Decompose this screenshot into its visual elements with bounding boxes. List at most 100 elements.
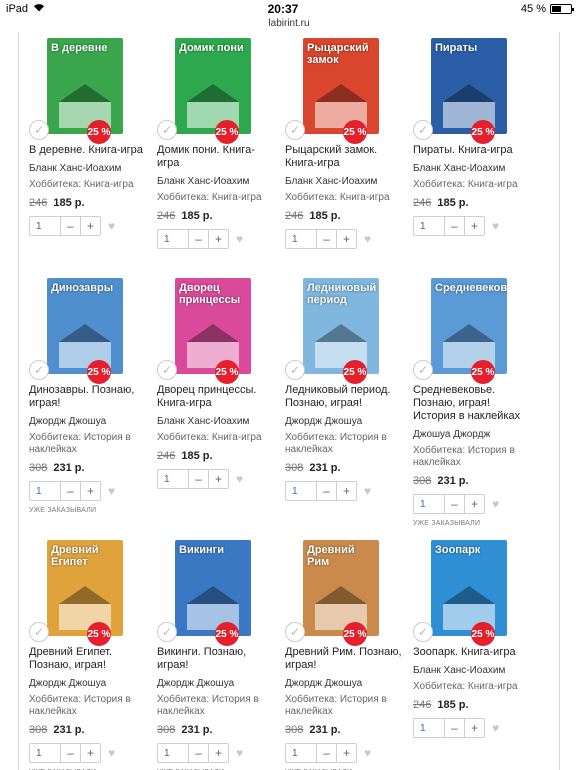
book-cover[interactable]: Рыцарский замок — [303, 38, 379, 134]
product-series[interactable]: Хоббитека: Книга-игра — [29, 179, 147, 191]
decrease-button[interactable]: – — [316, 482, 336, 500]
check-icon[interactable]: ✓ — [413, 622, 433, 642]
quantity-input[interactable]: 1 — [414, 217, 444, 235]
heart-icon[interactable]: ♥ — [108, 746, 115, 760]
quantity-stepper[interactable]: 1– + — [413, 494, 485, 514]
heart-icon[interactable]: ♥ — [236, 746, 243, 760]
product-series[interactable]: Хоббитека: История в наклейках — [29, 432, 147, 456]
product-title[interactable]: Викинги. Познаю, играя! — [157, 646, 277, 672]
quantity-input[interactable]: 1 — [158, 744, 188, 762]
heart-icon[interactable]: ♥ — [108, 219, 115, 233]
product-title[interactable]: Пираты. Книга-игра — [413, 144, 533, 157]
product-author[interactable]: Бланк Ханс-Иоахим — [285, 176, 413, 187]
product-author[interactable]: Джордж Джошуа — [285, 678, 413, 689]
product-title[interactable]: Динозавры. Познаю, играя! — [29, 384, 149, 410]
quantity-input[interactable]: 1 — [30, 482, 60, 500]
quantity-stepper[interactable]: 1– + — [157, 229, 229, 249]
quantity-stepper[interactable]: 1– + — [413, 718, 485, 738]
product-title[interactable]: Зоопарк. Книга-игра — [413, 646, 533, 659]
quantity-stepper[interactable]: 1– + — [29, 481, 101, 501]
product-title[interactable]: Древний Рим. Познаю, играя! — [285, 646, 405, 672]
book-cover[interactable]: Пираты — [431, 38, 507, 134]
increase-button[interactable]: + — [80, 217, 100, 235]
quantity-input[interactable]: 1 — [414, 719, 444, 737]
product-card[interactable]: Динозавры ✓ 25 % Динозавры. Познаю, играя! Д… — [29, 272, 157, 534]
quantity-input[interactable]: 1 — [286, 744, 316, 762]
increase-button[interactable]: + — [208, 470, 228, 488]
decrease-button[interactable]: – — [316, 230, 336, 248]
check-icon[interactable]: ✓ — [285, 622, 305, 642]
decrease-button[interactable]: – — [60, 744, 80, 762]
product-card[interactable]: Древний Египет ✓ 25 % Древний Египет. Позна… — [29, 534, 157, 770]
product-series[interactable]: Хоббитека: История в наклейках — [285, 432, 403, 456]
heart-icon[interactable]: ♥ — [236, 232, 243, 246]
heart-icon[interactable]: ♥ — [108, 484, 115, 498]
check-icon[interactable]: ✓ — [29, 622, 49, 642]
check-icon[interactable]: ✓ — [157, 120, 177, 140]
product-title[interactable]: Ледниковый период. Познаю, играя! — [285, 384, 405, 410]
book-cover[interactable]: Средневековье — [431, 278, 507, 374]
product-card[interactable]: Ледниковый период ✓ 25 % Ледниковый период.… — [285, 272, 413, 534]
product-card[interactable]: Древний Рим ✓ 25 % Древний Рим. Познаю, игр… — [285, 534, 413, 770]
product-card[interactable]: Дворец принцессы ✓ 25 % Дворец принцессы. К… — [157, 272, 285, 534]
product-title[interactable]: Древний Египет. Познаю, играя! — [29, 646, 149, 672]
check-icon[interactable]: ✓ — [157, 360, 177, 380]
increase-button[interactable]: + — [208, 230, 228, 248]
product-series[interactable]: Хоббитека: Книга-игра — [157, 192, 275, 204]
quantity-stepper[interactable]: 1– + — [29, 743, 101, 763]
product-series[interactable]: Хоббитека: История в наклейках — [413, 445, 531, 469]
quantity-stepper[interactable]: 1– + — [157, 743, 229, 763]
product-card[interactable]: Пираты ✓ 25 % Пираты. Книга-игра Бланк Ханс-… — [413, 32, 541, 272]
heart-icon[interactable]: ♥ — [492, 497, 499, 511]
quantity-stepper[interactable]: 1– + — [157, 469, 229, 489]
product-card[interactable]: Домик пони ✓ 25 % Домик пони. Книга-игра Бла… — [157, 32, 285, 272]
product-author[interactable]: Джордж Джошуа — [29, 678, 157, 689]
quantity-input[interactable]: 1 — [286, 230, 316, 248]
decrease-button[interactable]: – — [188, 470, 208, 488]
increase-button[interactable]: + — [464, 495, 484, 513]
product-author[interactable]: Джошуа Джордж — [413, 429, 541, 440]
product-author[interactable]: Бланк Ханс-Иоахим — [29, 163, 157, 174]
product-series[interactable]: Хоббитека: История в наклейках — [157, 694, 275, 718]
book-cover[interactable]: Дворец принцессы — [175, 278, 251, 374]
book-cover[interactable]: Зоопарк — [431, 540, 507, 636]
product-card[interactable]: Викинги ✓ 25 % Викинги. Познаю, играя! Джорд… — [157, 534, 285, 770]
quantity-input[interactable]: 1 — [30, 217, 60, 235]
quantity-input[interactable]: 1 — [414, 495, 444, 513]
heart-icon[interactable]: ♥ — [364, 746, 371, 760]
quantity-input[interactable]: 1 — [158, 230, 188, 248]
product-author[interactable]: Бланк Ханс-Иоахим — [157, 176, 285, 187]
book-cover[interactable]: В деревне — [47, 38, 123, 134]
decrease-button[interactable]: – — [316, 744, 336, 762]
decrease-button[interactable]: – — [444, 217, 464, 235]
product-author[interactable]: Джордж Джошуа — [285, 416, 413, 427]
product-author[interactable]: Бланк Ханс-Иоахим — [157, 416, 285, 427]
increase-button[interactable]: + — [80, 482, 100, 500]
decrease-button[interactable]: – — [444, 495, 464, 513]
check-icon[interactable]: ✓ — [413, 120, 433, 140]
product-title[interactable]: Домик пони. Книга-игра — [157, 144, 277, 170]
increase-button[interactable]: + — [208, 744, 228, 762]
heart-icon[interactable]: ♥ — [364, 484, 371, 498]
decrease-button[interactable]: – — [188, 230, 208, 248]
increase-button[interactable]: + — [464, 719, 484, 737]
heart-icon[interactable]: ♥ — [364, 232, 371, 246]
product-series[interactable]: Хоббитека: Книга-игра — [157, 432, 275, 444]
quantity-stepper[interactable]: 1– + — [285, 743, 357, 763]
increase-button[interactable]: + — [464, 217, 484, 235]
check-icon[interactable]: ✓ — [285, 120, 305, 140]
heart-icon[interactable]: ♥ — [492, 219, 499, 233]
product-title[interactable]: В деревне. Книга-игра — [29, 144, 149, 157]
quantity-stepper[interactable]: 1– + — [285, 229, 357, 249]
quantity-input[interactable]: 1 — [30, 744, 60, 762]
book-cover[interactable]: Древний Египет — [47, 540, 123, 636]
check-icon[interactable]: ✓ — [29, 120, 49, 140]
decrease-button[interactable]: – — [60, 482, 80, 500]
product-title[interactable]: Средневековье. Познаю, играя! История в … — [413, 384, 533, 423]
decrease-button[interactable]: – — [188, 744, 208, 762]
product-series[interactable]: Хоббитека: Книга-игра — [413, 179, 531, 191]
check-icon[interactable]: ✓ — [29, 360, 49, 380]
increase-button[interactable]: + — [80, 744, 100, 762]
heart-icon[interactable]: ♥ — [492, 721, 499, 735]
product-title[interactable]: Рыцарский замок. Книга-игра — [285, 144, 405, 170]
